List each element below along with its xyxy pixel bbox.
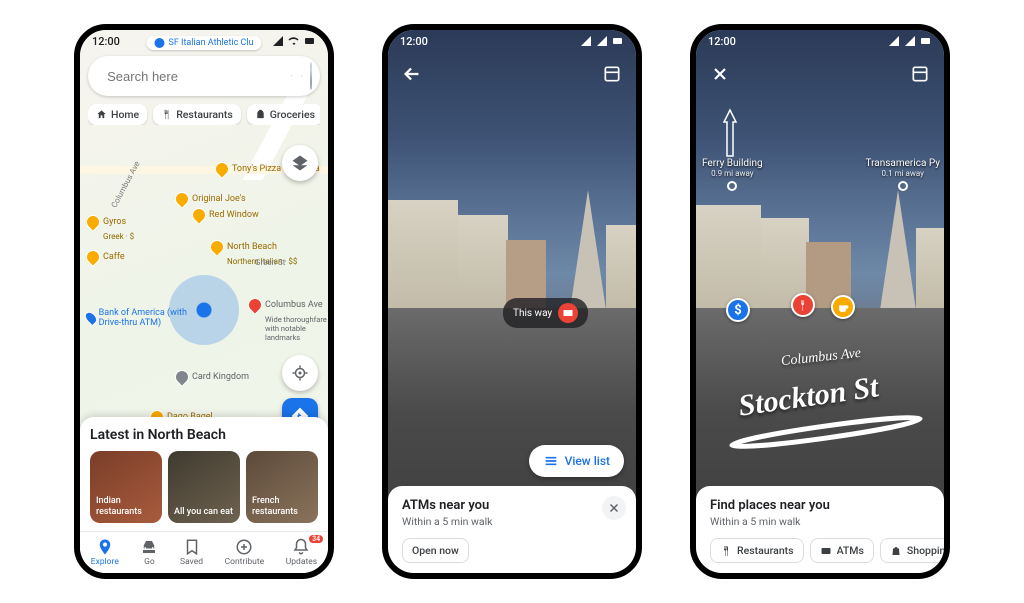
nav-saved[interactable]: Saved	[180, 538, 203, 567]
map-toggle-icon[interactable]	[596, 58, 628, 90]
chip-groceries[interactable]: Groceries	[247, 104, 320, 125]
map-toggle-icon[interactable]	[904, 58, 936, 90]
status-icons	[272, 35, 316, 47]
atm-pill-icon	[558, 303, 578, 323]
poi-redwindow[interactable]: Red Window	[192, 208, 259, 222]
sheet-title: ATMs near you	[402, 498, 622, 513]
sheet-title: Latest in North Beach	[90, 427, 318, 443]
poi-gyros[interactable]: GyrosGreek · $	[86, 215, 134, 241]
updates-badge: 34	[309, 535, 323, 543]
close-button[interactable]	[704, 58, 736, 90]
ar-marker-icon	[898, 181, 908, 191]
nav-updates[interactable]: Updates34	[286, 538, 317, 567]
chip-label: Restaurants	[176, 108, 233, 121]
street-label: Green St	[255, 258, 285, 267]
card-row: Indian restaurants All you can eat Frenc…	[90, 451, 318, 523]
phone-ar-places: 12:00 Ferry Building 0.9 mi away Transam…	[690, 24, 950, 579]
restaurant-pin-icon	[189, 205, 209, 225]
chip-label: Groceries	[270, 108, 315, 121]
shop-pin-icon	[172, 367, 192, 387]
status-time: 12:00	[92, 35, 120, 48]
restaurant-pin-icon	[207, 237, 227, 257]
close-sheet-button[interactable]	[602, 496, 626, 520]
transamerica-icon	[570, 190, 606, 310]
restaurant-pin-icon	[212, 159, 232, 179]
poi-cardkingdom[interactable]: Card Kingdom	[175, 370, 249, 384]
bottom-sheet[interactable]: Latest in North Beach Indian restaurants…	[80, 417, 328, 531]
search-box[interactable]	[88, 56, 320, 96]
chip-label: Home	[111, 108, 139, 121]
status-bar: 12:00	[696, 30, 944, 52]
ar-bottom-sheet: Find places near you Within a 5 min walk…	[696, 486, 944, 573]
chip-restaurants[interactable]: Restaurants	[710, 538, 804, 563]
restaurant-pin-icon	[172, 189, 192, 209]
transamerica-icon	[880, 190, 916, 310]
poi-joes[interactable]: Original Joe's	[175, 192, 246, 206]
nav-explore[interactable]: Explore	[91, 538, 119, 567]
buildings	[696, 180, 944, 310]
ferry-building-outline-icon	[710, 108, 750, 158]
featured-card[interactable]: Indian restaurants	[90, 451, 162, 523]
ar-camera-view[interactable]: 12:00 This way View list ATMs near you W…	[388, 30, 636, 573]
filter-row: Open now	[402, 538, 622, 563]
maps-pin-icon	[98, 68, 99, 84]
ar-category-coffee-icon[interactable]	[831, 295, 855, 319]
status-time: 12:00	[400, 35, 428, 48]
ar-topbar	[396, 58, 628, 90]
filter-open-now[interactable]: Open now	[402, 538, 469, 563]
category-chips: Home Restaurants Groceries Ga	[88, 104, 320, 125]
phone-ar-atms: 12:00 This way View list ATMs near you W…	[382, 24, 642, 579]
ar-marker-icon	[727, 181, 737, 191]
locate-button[interactable]	[282, 355, 318, 391]
phone-maps: 12:00 SF Italian Athletic Clu Home Resta…	[74, 24, 334, 579]
sheet-title: Find places near you	[710, 498, 930, 513]
sheet-subtitle: Within a 5 min walk	[402, 515, 622, 528]
poi-columbus[interactable]: Columbus AveWide thoroughfare with notab…	[248, 298, 328, 342]
chip-restaurants[interactable]: Restaurants	[153, 104, 241, 125]
view-list-label: View list	[565, 454, 610, 468]
restaurant-pin-icon	[83, 247, 103, 267]
ar-poi-ferry[interactable]: Ferry Building 0.9 mi away	[702, 158, 763, 191]
landmark-pin-icon	[245, 295, 265, 315]
ar-poi-transamerica[interactable]: Transamerica Py 0.1 mi away	[865, 158, 940, 191]
status-bar: 12:00	[388, 30, 636, 52]
featured-card[interactable]: French restaurants	[246, 451, 318, 523]
featured-card[interactable]: All you can eat	[168, 451, 240, 523]
ar-bottom-sheet: ATMs near you Within a 5 min walk Open n…	[388, 486, 636, 573]
avatar[interactable]	[310, 62, 312, 90]
back-button[interactable]	[396, 58, 428, 90]
restaurant-pin-icon	[83, 212, 103, 232]
mic-icon[interactable]	[291, 66, 292, 86]
ar-direction-tag[interactable]: This way	[503, 298, 588, 328]
status-time: 12:00	[708, 35, 736, 48]
search-input[interactable]	[107, 69, 283, 84]
chip-home[interactable]: Home	[88, 104, 147, 125]
poi-caffe[interactable]: Caffe	[86, 250, 125, 264]
view-list-button[interactable]: View list	[529, 445, 624, 477]
chip-row: Restaurants ATMs Shopping	[710, 538, 930, 563]
nav-contribute[interactable]: Contribute	[225, 538, 265, 567]
ar-category-atm-icon[interactable]: $	[726, 298, 750, 322]
status-icons	[580, 35, 624, 47]
sheet-subtitle: Within a 5 min walk	[710, 515, 930, 528]
bottom-nav: Explore Go Saved Contribute Updates34	[80, 531, 328, 573]
buildings	[388, 180, 636, 310]
lens-icon[interactable]	[301, 66, 302, 86]
ar-camera-view[interactable]: 12:00 Ferry Building 0.9 mi away Transam…	[696, 30, 944, 573]
layers-button[interactable]	[282, 145, 318, 181]
nav-go[interactable]: Go	[140, 538, 158, 567]
chip-shopping[interactable]: Shopping	[880, 538, 950, 563]
ar-tag-label: This way	[513, 308, 552, 319]
status-bar: 12:00	[80, 30, 328, 52]
status-icons	[888, 35, 932, 47]
chip-atms[interactable]: ATMs	[810, 538, 874, 563]
search-area: Home Restaurants Groceries Ga	[88, 56, 320, 125]
ar-topbar	[704, 58, 936, 90]
my-location-dot	[169, 275, 239, 345]
ar-category-restaurant-icon[interactable]	[791, 293, 815, 317]
